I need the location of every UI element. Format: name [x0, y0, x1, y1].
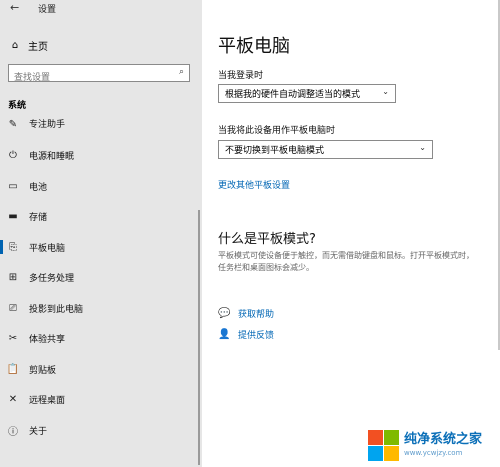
sidebar-item-label: 远程桌面: [29, 395, 66, 406]
home-icon: ⌂: [11, 40, 19, 51]
sidebar-item-tablet[interactable]: ⎘ 平板电脑: [0, 237, 196, 257]
sidebar-item-label: 专注助手: [29, 120, 66, 130]
chevron-down-icon: ⌄: [382, 87, 389, 96]
multitasking-icon: ⊞: [8, 271, 18, 283]
give-feedback-link[interactable]: 👤 提供反馈: [218, 328, 274, 341]
sidebar-item-label: 平板电脑: [29, 243, 66, 254]
sidebar-item-focus-assist[interactable]: ✎ 专注助手: [0, 118, 196, 130]
sidebar-item-label: 电源和睡眠: [29, 151, 75, 162]
info-icon: ⓘ: [8, 426, 18, 438]
tablet-mode-description: 平板模式可使设备便于触控，而无需借助键盘和鼠标。打开平板模式时， 任务栏和桌面图…: [218, 250, 500, 274]
remote-desktop-icon: ✕: [8, 393, 18, 405]
feedback-person-icon: 👤: [218, 329, 231, 340]
sidebar-item-label: 存储: [29, 212, 48, 223]
get-help-label: 获取帮助: [238, 310, 275, 320]
settings-sidebar: ← 设置 ⌂ 主页 ⌕ 系统 ✎ 专注助手 ⏻ 电源和睡眠 ▭ 电池 ▬ 存储 …: [0, 0, 202, 467]
chat-bubble-icon: 💬: [218, 308, 231, 319]
sidebar-item-label: 电池: [29, 182, 48, 193]
window-title: 设置: [38, 5, 57, 15]
page-title: 平板电脑: [218, 36, 290, 57]
power-icon: ⏻: [9, 149, 17, 161]
watermark-title: 纯净系统之家: [404, 432, 483, 447]
clipboard-icon: 📋: [6, 363, 20, 375]
battery-icon: ▭: [8, 180, 18, 192]
sidebar-item-label: 体验共享: [29, 334, 66, 345]
section-title: 什么是平板模式?: [218, 232, 316, 247]
sidebar-item-remote-desktop[interactable]: ✕ 远程桌面: [0, 389, 196, 409]
tablet-mode-dropdown[interactable]: 不要切换到平板电脑模式 ⌄: [218, 140, 433, 159]
sidebar-item-project-to-pc[interactable]: ⎚ 投影到此电脑: [0, 298, 196, 318]
sidebar-item-label: 投影到此电脑: [29, 304, 84, 315]
signin-mode-value: 根据我的硬件自动调整适当的模式: [225, 90, 361, 100]
tablet-mode-value: 不要切换到平板电脑模式: [225, 146, 325, 156]
tablet-use-label: 当我将此设备用作平板电脑时: [218, 126, 336, 136]
watermark-logo: 纯净系统之家 www.ycwjzy.com: [366, 424, 498, 466]
back-arrow-icon[interactable]: ←: [10, 1, 19, 14]
active-indicator: [0, 240, 3, 254]
give-feedback-label: 提供反馈: [238, 331, 275, 341]
shared-experiences-icon: ✂: [8, 332, 18, 344]
windows-logo-icon: [366, 428, 400, 462]
sidebar-scrollbar[interactable]: [198, 210, 200, 465]
get-help-link[interactable]: 💬 获取帮助: [218, 307, 274, 320]
search-icon[interactable]: ⌕: [179, 67, 184, 77]
sidebar-item-label: 剪贴板: [29, 365, 57, 376]
focus-assist-icon: ✎: [8, 119, 18, 130]
sidebar-item-label: 多任务处理: [29, 273, 75, 284]
sidebar-home-link[interactable]: ⌂ 主页: [8, 38, 48, 53]
sidebar-item-clipboard[interactable]: 📋 剪贴板: [0, 359, 196, 379]
tablet-icon: ⎘: [9, 241, 17, 253]
chevron-down-icon: ⌄: [419, 143, 426, 152]
group-heading-system: 系统: [8, 101, 27, 111]
description-line: 任务栏和桌面图标会减少。: [218, 263, 314, 272]
sidebar-item-shared-experiences[interactable]: ✂ 体验共享: [0, 328, 196, 348]
projection-icon: ⎚: [9, 302, 17, 314]
sidebar-item-battery[interactable]: ▭ 电池: [0, 176, 196, 196]
home-label: 主页: [28, 42, 48, 53]
settings-search-box[interactable]: ⌕: [8, 64, 190, 86]
sidebar-item-multitasking[interactable]: ⊞ 多任务处理: [0, 267, 196, 287]
sidebar-item-about[interactable]: ⓘ 关于: [0, 420, 196, 440]
signin-mode-dropdown[interactable]: 根据我的硬件自动调整适当的模式 ⌄: [218, 84, 396, 103]
sidebar-item-storage[interactable]: ▬ 存储: [0, 206, 196, 226]
description-line: 平板模式可使设备便于触控，而无需借助键盘和鼠标。打开平板模式时，: [218, 251, 474, 260]
sidebar-item-power-sleep[interactable]: ⏻ 电源和睡眠: [0, 145, 196, 165]
sidebar-item-label: 关于: [29, 426, 48, 437]
change-tablet-settings-link[interactable]: 更改其他平板设置: [218, 178, 290, 191]
watermark-url: www.ycwjzy.com: [404, 449, 463, 457]
storage-icon: ▬: [8, 210, 18, 222]
signin-label: 当我登录时: [218, 71, 264, 81]
tablet-settings-page: 平板电脑 当我登录时 根据我的硬件自动调整适当的模式 ⌄ 当我将此设备用作平板电…: [202, 0, 500, 467]
watermark-text: 纯净系统之家 www.ycwjzy.com: [404, 432, 482, 458]
search-input[interactable]: [9, 70, 172, 86]
